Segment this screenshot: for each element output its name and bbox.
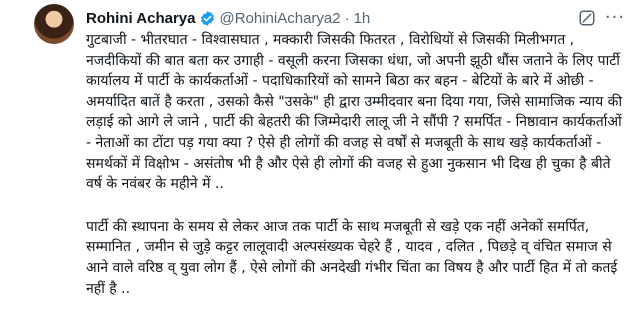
author-name[interactable]: Rohini Acharya xyxy=(86,10,195,27)
author-handle[interactable]: @RohiniAcharya2 xyxy=(219,10,340,27)
separator-dot: · xyxy=(344,9,350,27)
verified-badge-icon[interactable] xyxy=(199,10,216,27)
timestamp[interactable]: 1h xyxy=(354,10,371,27)
tweet-paragraph: गुटबाजी - भीतरघात - विश्वासघात , मक्कारी… xyxy=(86,32,623,193)
tweet-paragraph: पार्टी की स्थापना के समय से लेकर आज तक प… xyxy=(86,218,618,297)
grok-icon[interactable] xyxy=(576,7,598,29)
avatar[interactable] xyxy=(34,4,74,44)
more-options-button[interactable]: ··· xyxy=(604,7,626,29)
tweet-text: गुटबाजी - भीतरघात - विश्वासघात , मक्कारी… xyxy=(86,30,626,299)
tweet-header: Rohini Acharya @RohiniAcharya2 · 1h xyxy=(86,7,590,29)
